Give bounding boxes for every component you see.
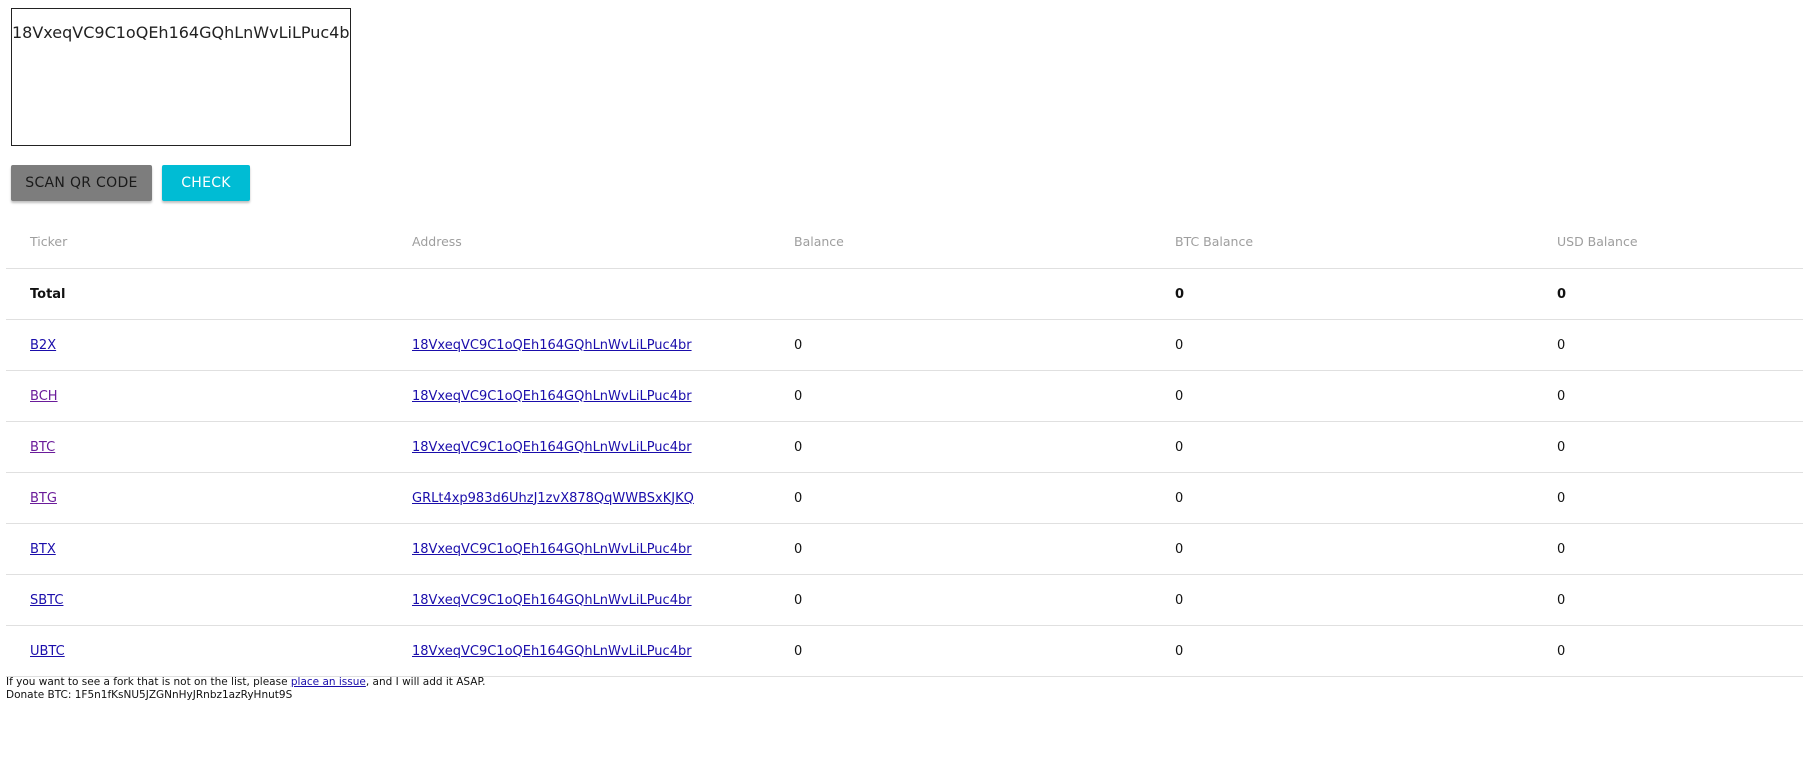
btc-balance-value: 0 (1175, 490, 1184, 506)
btc-balance-value: 0 (1175, 337, 1184, 353)
btc-balance-value: 0 (1175, 388, 1184, 404)
header-ticker: Ticker (30, 233, 68, 249)
total-btc-balance: 0 (1175, 286, 1185, 302)
balance-value: 0 (794, 439, 803, 455)
table-row: BTG GRLt4xp983d6UhzJ1zvX878QqWWBSxKJKQ 0… (6, 473, 1803, 524)
ticker-link[interactable]: UBTC (30, 644, 65, 659)
btc-balance-value: 0 (1175, 592, 1184, 608)
balance-value: 0 (794, 337, 803, 353)
ticker-link[interactable]: BTG (30, 491, 57, 506)
btc-balance-value: 0 (1175, 439, 1184, 455)
ticker-link[interactable]: BTC (30, 440, 55, 455)
table-header-row: Ticker Address Balance BTC Balance USD B… (6, 214, 1803, 269)
ticker-link[interactable]: SBTC (30, 593, 63, 608)
address-input[interactable]: 18VxeqVC9C1oQEh164GQhLnWvLiLPuc4br (11, 8, 351, 146)
address-link[interactable]: 18VxeqVC9C1oQEh164GQhLnWvLiLPuc4br (412, 338, 692, 353)
footer-issue-line: If you want to see a fork that is not on… (6, 676, 486, 689)
balance-table: Ticker Address Balance BTC Balance USD B… (6, 214, 1803, 677)
header-address: Address (412, 233, 462, 249)
balance-value: 0 (794, 541, 803, 557)
btc-balance-value: 0 (1175, 541, 1184, 557)
address-link[interactable]: GRLt4xp983d6UhzJ1zvX878QqWWBSxKJKQ (412, 491, 694, 506)
footer: If you want to see a fork that is not on… (6, 676, 486, 702)
scan-qr-code-button[interactable]: Scan QR Code (11, 165, 152, 201)
total-usd-balance: 0 (1557, 286, 1567, 302)
address-link[interactable]: 18VxeqVC9C1oQEh164GQhLnWvLiLPuc4br (412, 593, 692, 608)
address-link[interactable]: 18VxeqVC9C1oQEh164GQhLnWvLiLPuc4br (412, 389, 692, 404)
table-row: B2X 18VxeqVC9C1oQEh164GQhLnWvLiLPuc4br 0… (6, 320, 1803, 371)
btc-balance-value: 0 (1175, 643, 1184, 659)
balance-value: 0 (794, 490, 803, 506)
usd-balance-value: 0 (1557, 592, 1566, 608)
header-balance: Balance (794, 233, 844, 249)
table-row: BCH 18VxeqVC9C1oQEh164GQhLnWvLiLPuc4br 0… (6, 371, 1803, 422)
table-row: BTC 18VxeqVC9C1oQEh164GQhLnWvLiLPuc4br 0… (6, 422, 1803, 473)
balance-value: 0 (794, 643, 803, 659)
usd-balance-value: 0 (1557, 337, 1566, 353)
header-usd-balance: USD Balance (1557, 233, 1638, 249)
usd-balance-value: 0 (1557, 439, 1566, 455)
usd-balance-value: 0 (1557, 388, 1566, 404)
footer-issue-suffix: , and I will add it ASAP. (365, 676, 486, 688)
header-btc-balance: BTC Balance (1175, 233, 1254, 249)
table-row: BTX 18VxeqVC9C1oQEh164GQhLnWvLiLPuc4br 0… (6, 524, 1803, 575)
balance-value: 0 (794, 592, 803, 608)
address-link[interactable]: 18VxeqVC9C1oQEh164GQhLnWvLiLPuc4br (412, 440, 692, 455)
usd-balance-value: 0 (1557, 643, 1566, 659)
table-row: SBTC 18VxeqVC9C1oQEh164GQhLnWvLiLPuc4br … (6, 575, 1803, 626)
total-label: Total (30, 286, 66, 302)
ticker-link[interactable]: B2X (30, 338, 56, 353)
footer-issue-prefix: If you want to see a fork that is not on… (6, 676, 291, 688)
page: 18VxeqVC9C1oQEh164GQhLnWvLiLPuc4br Scan … (0, 0, 1803, 767)
address-link[interactable]: 18VxeqVC9C1oQEh164GQhLnWvLiLPuc4br (412, 644, 692, 659)
place-issue-link[interactable]: place an issue (291, 676, 366, 688)
table-row: UBTC 18VxeqVC9C1oQEh164GQhLnWvLiLPuc4br … (6, 626, 1803, 677)
balance-value: 0 (794, 388, 803, 404)
ticker-link[interactable]: BCH (30, 389, 58, 404)
ticker-link[interactable]: BTX (30, 542, 56, 557)
donate-line: Donate BTC: 1F5n1fKsNU5JZGNnHyJRnbz1azRy… (6, 689, 293, 701)
total-row: Total 0 0 (6, 269, 1803, 320)
usd-balance-value: 0 (1557, 490, 1566, 506)
check-button[interactable]: Check (162, 165, 250, 201)
usd-balance-value: 0 (1557, 541, 1566, 557)
address-link[interactable]: 18VxeqVC9C1oQEh164GQhLnWvLiLPuc4br (412, 542, 692, 557)
